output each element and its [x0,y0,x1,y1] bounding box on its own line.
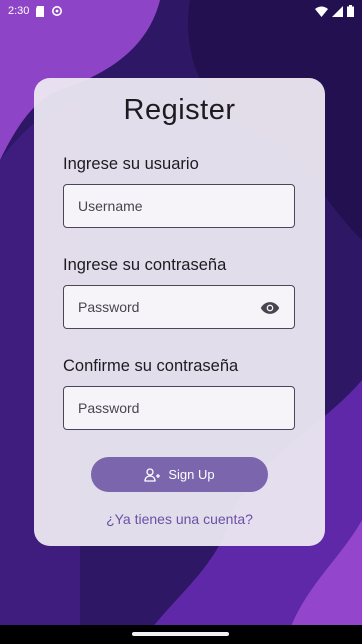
signal-icon [332,5,343,17]
username-input[interactable] [64,185,294,227]
sd-card-icon [36,5,45,17]
home-indicator[interactable] [132,632,229,636]
password-field [63,285,295,329]
username-field [63,184,295,228]
username-label: Ingrese su usuario [63,155,199,173]
battery-icon [347,5,354,17]
confirm-password-input[interactable] [64,387,294,429]
status-time: 2:30 [8,5,30,17]
register-card: Register Ingrese su usuario Ingrese su c… [34,78,325,546]
person-add-icon [144,467,161,482]
visibility-icon[interactable] [260,298,280,318]
signup-button[interactable]: Sign Up [91,457,268,492]
login-link[interactable]: ¿Ya tienes una cuenta? [34,511,325,527]
confirm-password-label: Confirme su contraseña [63,357,239,375]
page-title: Register [123,94,236,126]
status-bar: 2:30 [0,0,362,22]
confirm-password-field [63,386,295,430]
password-label: Ingrese su contraseña [63,256,227,274]
signup-label: Sign Up [168,467,215,482]
sync-icon [52,6,63,16]
wifi-icon [315,6,328,17]
